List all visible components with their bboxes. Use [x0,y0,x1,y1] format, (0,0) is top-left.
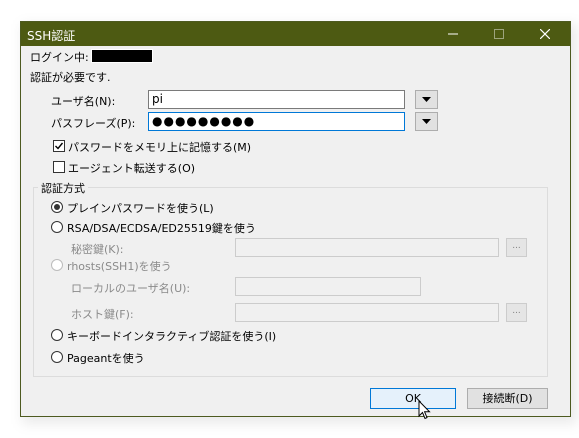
host-key-input [235,303,499,322]
keyboard-interactive-label[interactable]: キーボードインタラクティブ認証を使う(I) [67,328,276,344]
host-key-label: ホスト鍵(F): [71,308,134,321]
chevron-down-icon [422,119,431,124]
host-key-browse-button: ... [506,303,527,322]
rhosts-label: rhosts(SSH1)を使う [67,260,172,273]
maximize-button [476,22,522,46]
disconnect-button[interactable]: 接続断(D) [467,388,548,409]
window-title: SSH認証 [27,29,76,43]
username-dropdown-button[interactable] [415,90,438,109]
pageant-radio[interactable] [51,351,63,363]
ok-button[interactable]: OK [370,388,456,409]
private-key-browse-button: ... [506,238,527,257]
mouse-cursor-icon [418,400,431,420]
pageant-label[interactable]: Pageantを使う [67,350,145,366]
local-user-label: ローカルのユーザ名(U): [71,282,191,295]
plain-password-label[interactable]: プレインパスワードを使う(L) [67,200,214,216]
ssh-auth-dialog: SSH認証 ログイン中: 認証が必要です. ユーザ名(N): pi パスフレーズ… [20,21,571,420]
close-button[interactable] [522,22,568,46]
chevron-down-icon [422,97,431,102]
auth-required-text: 認証が必要です. [30,71,111,84]
remember-password-label[interactable]: パスワードをメモリ上に記憶する(M) [68,139,251,155]
minimize-button[interactable] [430,22,476,46]
remember-password-checkbox[interactable] [53,140,65,152]
local-user-input [235,277,421,296]
title-bar[interactable]: SSH認証 [21,22,570,46]
private-key-label: 秘密鍵(K): [71,243,124,256]
rsa-dsa-radio[interactable] [51,221,63,233]
passphrase-dropdown-button[interactable] [415,112,438,131]
passphrase-input[interactable]: ●●●●●●●●● [148,112,405,131]
login-label: ログイン中: [30,51,89,64]
username-label: ユーザ名(N): [51,95,116,108]
maximize-icon [494,29,504,39]
agent-forwarding-checkbox[interactable] [53,161,65,173]
keyboard-interactive-radio[interactable] [51,329,63,341]
username-input[interactable]: pi [148,90,405,109]
checkmark-icon [55,142,64,150]
plain-password-radio[interactable] [51,201,63,213]
redacted-host [91,49,153,63]
minimize-icon [448,33,458,35]
passphrase-label: パスフレーズ(P): [51,117,136,130]
agent-forwarding-label[interactable]: エージェント転送する(O) [68,160,195,176]
rsa-dsa-label[interactable]: RSA/DSA/ECDSA/ED25519鍵を使う [67,220,256,236]
close-icon [540,29,550,39]
rhosts-radio [51,259,63,271]
private-key-input [235,238,499,257]
auth-method-title: 認証方式 [38,180,88,196]
